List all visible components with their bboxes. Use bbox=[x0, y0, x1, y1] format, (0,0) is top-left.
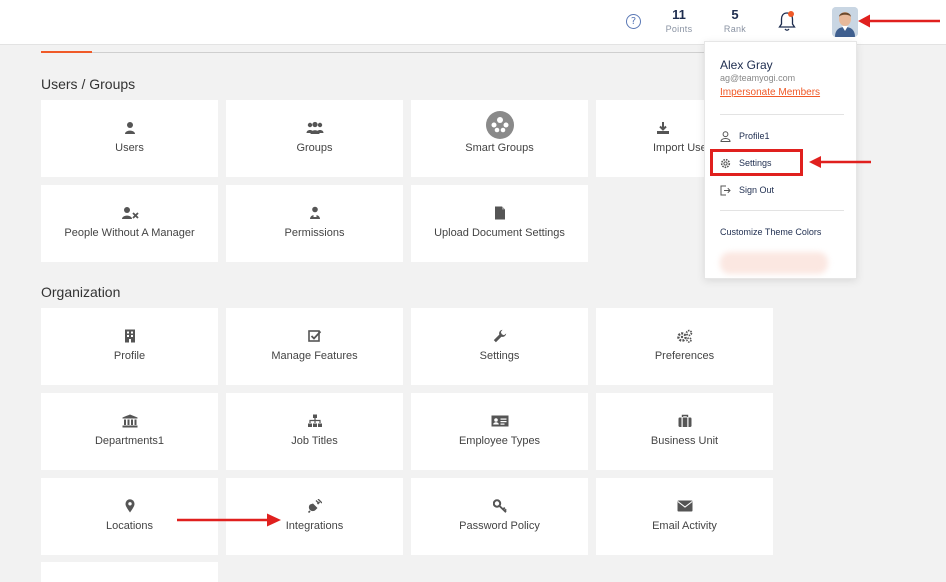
tile-users[interactable]: Users bbox=[41, 100, 218, 177]
tile-upload-document-settings[interactable]: Upload Document Settings bbox=[411, 185, 588, 262]
briefcase-icon bbox=[678, 414, 691, 427]
download-icon bbox=[657, 122, 669, 134]
user-email: ag@teamyogi.com bbox=[720, 73, 796, 83]
tile-password-policy[interactable]: Password Policy bbox=[411, 478, 588, 555]
points-stat[interactable]: 11 Points bbox=[659, 7, 699, 36]
file-icon bbox=[494, 206, 505, 220]
tab-divider bbox=[92, 52, 704, 53]
tile-label: Settings bbox=[479, 350, 520, 362]
menu-divider bbox=[720, 114, 844, 115]
top-bar: ? 11 Points 5 Rank bbox=[0, 0, 946, 45]
menu-divider bbox=[720, 210, 844, 211]
tile-label: Smart Groups bbox=[465, 142, 534, 154]
help-circle-icon[interactable]: ? bbox=[626, 14, 641, 29]
tile-label: Email Activity bbox=[652, 520, 717, 532]
arrow-left-icon bbox=[809, 156, 871, 168]
tile-label: Departments1 bbox=[94, 435, 165, 447]
rank-stat[interactable]: 5 Rank bbox=[715, 7, 755, 36]
institution-icon bbox=[122, 414, 137, 428]
building-icon bbox=[124, 329, 135, 343]
user-outline-icon bbox=[720, 130, 731, 142]
tile-label: Job Titles bbox=[291, 435, 338, 447]
tile-label: Profile bbox=[113, 350, 146, 362]
tile-partial[interactable] bbox=[41, 562, 218, 582]
map-marker-icon bbox=[125, 499, 134, 513]
tile-label: Upload Document Settings bbox=[434, 227, 565, 239]
tile-smart-groups[interactable]: Smart Groups bbox=[411, 100, 588, 177]
theme-color-swatch[interactable] bbox=[720, 252, 828, 274]
tile-label: Manage Features bbox=[271, 350, 358, 362]
rank-label: Rank bbox=[723, 24, 747, 34]
arrow-right-icon bbox=[177, 513, 281, 527]
tile-departments[interactable]: Departments1 bbox=[41, 393, 218, 470]
customize-theme-colors-link[interactable]: Customize Theme Colors bbox=[720, 227, 821, 237]
id-card-icon bbox=[491, 415, 508, 427]
tile-label: People Without A Manager bbox=[64, 227, 195, 239]
tile-employee-types[interactable]: Employee Types bbox=[411, 393, 588, 470]
tile-job-titles[interactable]: Job Titles bbox=[226, 393, 403, 470]
tile-permissions[interactable]: Permissions bbox=[226, 185, 403, 262]
tile-email-activity[interactable]: Email Activity bbox=[596, 478, 773, 555]
key-icon bbox=[492, 499, 507, 513]
tile-manage-features[interactable]: Manage Features bbox=[226, 308, 403, 385]
smart-groups-icon bbox=[485, 111, 514, 139]
user-avatar[interactable] bbox=[832, 7, 858, 37]
tile-settings[interactable]: Settings bbox=[411, 308, 588, 385]
tile-label: Permissions bbox=[284, 227, 345, 239]
rank-value: 5 bbox=[731, 7, 739, 22]
group-icon bbox=[306, 121, 323, 134]
menu-item-label: Sign Out bbox=[739, 185, 775, 195]
plug-icon bbox=[307, 499, 322, 513]
tile-people-without-manager[interactable]: People Without A Manager bbox=[41, 185, 218, 262]
gears-icon bbox=[676, 329, 692, 343]
notification-dot bbox=[788, 11, 794, 17]
envelope-icon bbox=[676, 500, 693, 512]
sitemap-icon bbox=[307, 414, 322, 427]
arrow-left-icon bbox=[858, 14, 940, 28]
menu-item-label: Profile1 bbox=[739, 131, 770, 141]
tile-import-users[interactable]: Import Use bbox=[596, 100, 707, 177]
points-label: Points bbox=[665, 24, 693, 34]
section-title-organization: Organization bbox=[41, 284, 121, 300]
tile-business-unit[interactable]: Business Unit bbox=[596, 393, 773, 470]
impersonate-members-link[interactable]: Impersonate Members bbox=[720, 87, 820, 98]
tile-label: Groups bbox=[296, 142, 333, 154]
active-tab-indicator bbox=[41, 51, 92, 53]
wrench-icon bbox=[493, 329, 506, 343]
settings-highlight-box bbox=[710, 149, 803, 176]
sign-out-icon bbox=[720, 185, 731, 195]
points-value: 11 bbox=[672, 7, 686, 22]
tile-label: Employee Types bbox=[458, 435, 541, 447]
tile-label: Preferences bbox=[654, 350, 715, 362]
tile-preferences[interactable]: Preferences bbox=[596, 308, 773, 385]
permissions-icon bbox=[309, 206, 320, 219]
section-title-users-groups: Users / Groups bbox=[41, 76, 136, 92]
user-x-icon bbox=[121, 207, 139, 219]
tile-profile[interactable]: Profile bbox=[41, 308, 218, 385]
user-name: Alex Gray bbox=[720, 58, 773, 72]
tile-groups[interactable]: Groups bbox=[226, 100, 403, 177]
user-icon bbox=[124, 122, 135, 134]
bell-icon[interactable] bbox=[777, 11, 797, 33]
menu-item-sign-out[interactable]: Sign Out bbox=[720, 183, 774, 197]
tile-label: Users bbox=[115, 142, 144, 154]
checkbox-icon bbox=[307, 330, 321, 342]
menu-item-profile[interactable]: Profile1 bbox=[720, 129, 770, 143]
tile-label: Business Unit bbox=[650, 435, 719, 447]
tile-label: Password Policy bbox=[459, 520, 540, 532]
